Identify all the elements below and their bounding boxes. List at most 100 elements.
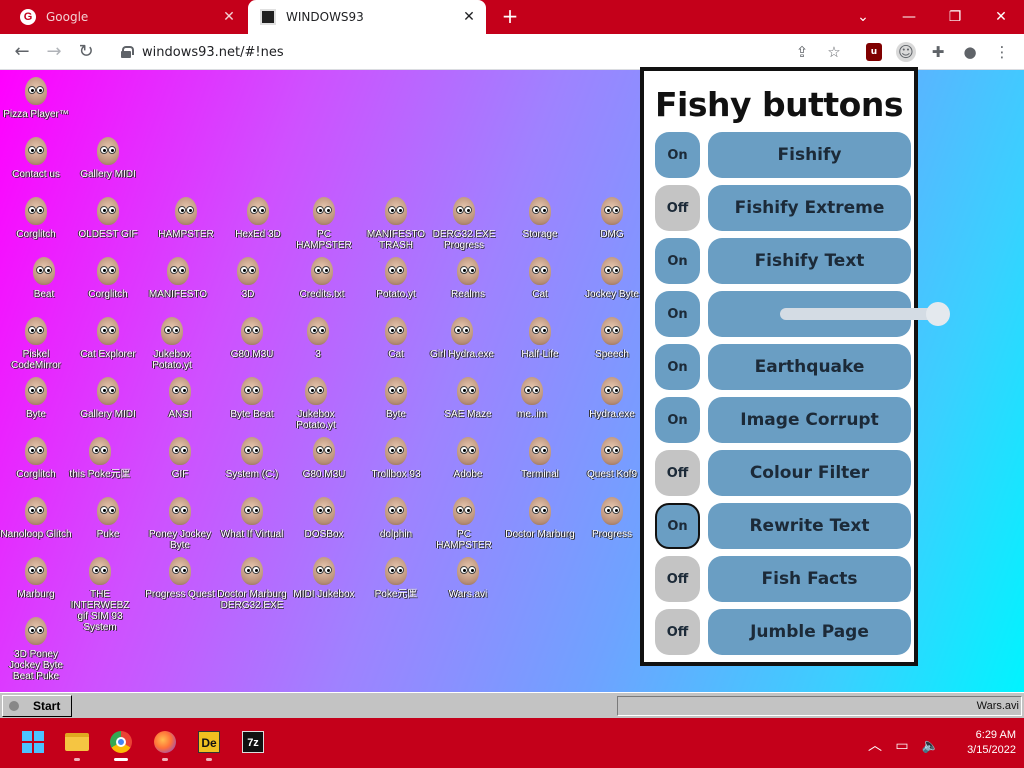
bookmark-star-icon[interactable]: ☆ [824,42,844,62]
close-window-button[interactable]: ✕ [978,0,1024,34]
desktop-icon[interactable]: Jukebox Potato.yt [280,376,352,431]
desktop-icon[interactable]: me..im [496,376,568,420]
desktop-icon[interactable]: Potato.yt [360,256,432,300]
toggle-button[interactable]: On [655,291,700,337]
desktop-icon[interactable]: Adobe [432,436,504,480]
desktop-icon[interactable]: Poney Jockey Byte [144,496,216,551]
desktop-icon[interactable]: Gallery MIDI [72,376,144,420]
extensions-puzzle-icon[interactable]: ✚ [928,42,948,62]
desktop-icon[interactable]: Cat Explorer [72,316,144,360]
fish-extension-icon[interactable]: ☺ [896,42,916,62]
desktop-icon[interactable]: HexEd 3D [222,196,294,240]
toggle-button[interactable]: Off [655,450,700,496]
desktop-icon[interactable]: Girl Hydra.exe [426,316,498,360]
minimize-button[interactable]: — [886,0,932,34]
desktop-icon[interactable]: Doctor Marburg [504,496,576,540]
file-explorer-icon[interactable] [62,727,92,761]
desktop-icon[interactable]: Progress Quest [144,556,216,600]
fishy-action-button[interactable]: Fishify Extreme [708,185,911,231]
fishy-action-button[interactable]: Fishify [708,132,911,178]
share-icon[interactable]: ⇪ [792,42,812,62]
desktop-icon[interactable]: Progress [576,496,648,540]
desktop-icon[interactable]: Credits.txt [286,256,358,300]
desktop-icon[interactable]: 3 [282,316,354,360]
desktop-icon[interactable]: Puke [72,496,144,540]
profile-avatar-icon[interactable]: ● [960,42,980,62]
7zip-icon[interactable]: 7z [238,727,268,757]
desktop-icon[interactable]: Pizza Player™ [0,76,72,120]
menu-kebab-icon[interactable]: ⋮ [992,42,1012,62]
desktop-icon[interactable]: THE INTERWEBZ gif SIM 93 System [64,556,136,633]
desktop-icon[interactable]: Byte Beat [216,376,288,420]
desktop-icon[interactable]: DERG32.EXE Progress [428,196,500,251]
desktop-icon[interactable]: Speech [576,316,648,360]
desktop-icon[interactable]: Realms [432,256,504,300]
desktop-icon[interactable]: Corglitch [0,196,72,240]
address-bar[interactable]: windows93.net/#!nes [112,38,854,66]
desktop-icon[interactable]: Cat [504,256,576,300]
tab-search-icon[interactable]: ⌄ [840,0,886,34]
toggle-button[interactable]: On [655,344,700,390]
desktop-icon[interactable]: ANSI [144,376,216,420]
desktop-icon[interactable]: MIDI Jukebox [288,556,360,600]
toggle-button[interactable]: Off [655,185,700,231]
toggle-button[interactable]: On [655,238,700,284]
start-button[interactable]: Start [2,695,72,717]
desktop-icon[interactable]: Quest Kof9 [576,436,648,480]
desktop-icon[interactable]: G80.M3U [288,436,360,480]
close-tab-icon[interactable]: ✕ [220,9,238,25]
desktop-icon[interactable]: Gallery MIDI [72,136,144,180]
desktop-icon[interactable]: G80.M3U [216,316,288,360]
desktop-icon[interactable]: DOSBox [288,496,360,540]
desktop-icon[interactable]: Storage [504,196,576,240]
desktop-icon[interactable]: Nanoloop Glitch [0,496,72,540]
restore-button[interactable]: ❐ [932,0,978,34]
tab-google[interactable]: G Google ✕ [8,0,246,34]
tab-windows93[interactable]: WINDOWS93 ✕ [248,0,486,34]
toggle-button[interactable]: Off [655,609,700,655]
desktop-icon[interactable]: Half-Life [504,316,576,360]
system-tray-icons[interactable]: ︿ ▭ 🔈 [868,735,939,755]
desktop-icon[interactable]: Piskel CodeMirror [0,316,72,371]
desktop-icon[interactable]: GIF [144,436,216,480]
desktop-icon[interactable]: Poke元匩 [360,556,432,600]
desktop-icon[interactable]: Byte [360,376,432,420]
chrome-icon[interactable] [106,727,136,761]
toggle-button[interactable]: On [655,503,700,549]
desktop-icon[interactable]: Byte [0,376,72,420]
dev-app-icon[interactable]: De [194,727,224,761]
desktop-icon[interactable]: 3D Poney Jockey Byte Beat Puke [0,616,72,682]
clock[interactable]: 6:29 AM 3/15/2022 [946,728,1016,758]
fishy-action-button[interactable]: Fishify Text [708,238,911,284]
desktop-icon[interactable]: dolphin [360,496,432,540]
fishy-action-button[interactable]: Image Corrupt [708,397,911,443]
desktop-icon[interactable]: this Poke元匩 [64,436,136,480]
toggle-button[interactable]: Off [655,556,700,602]
ublock-extension-icon[interactable]: u [866,43,882,61]
desktop-icon[interactable]: What If Virtual [216,496,288,540]
desktop-icon[interactable]: Cat [360,316,432,360]
fishy-action-button[interactable]: Rewrite Text [708,503,911,549]
desktop-icon[interactable]: 3D [212,256,284,300]
slider-track[interactable] [780,308,938,320]
windows-start-icon[interactable] [18,727,48,757]
desktop-icon[interactable]: Corglitch [0,436,72,480]
new-tab-button[interactable]: + [500,5,520,27]
desktop-icon[interactable]: Contact us [0,136,72,180]
fishy-action-button[interactable]: Earthquake [708,344,911,390]
fishy-action-button[interactable]: Fish Facts [708,556,911,602]
lock-icon[interactable] [120,46,134,58]
desktop-icon[interactable]: Beat [8,256,80,300]
forward-button[interactable]: → [42,40,66,64]
desktop-icon[interactable]: OLDEST GIF [72,196,144,240]
fishy-action-button[interactable]: Jumble Page [708,609,911,655]
back-button[interactable]: ← [10,40,34,64]
fishy-action-button[interactable]: Colour Filter [708,450,911,496]
slider-knob[interactable] [926,302,950,326]
desktop-icon[interactable]: Corglitch [72,256,144,300]
desktop-icon[interactable]: Marburg [0,556,72,600]
intensity-slider[interactable] [708,291,950,337]
close-tab-icon[interactable]: ✕ [460,9,478,25]
desktop-icon[interactable]: Terminal [504,436,576,480]
desktop-icon[interactable]: Jukebox Potato.yt [136,316,208,371]
